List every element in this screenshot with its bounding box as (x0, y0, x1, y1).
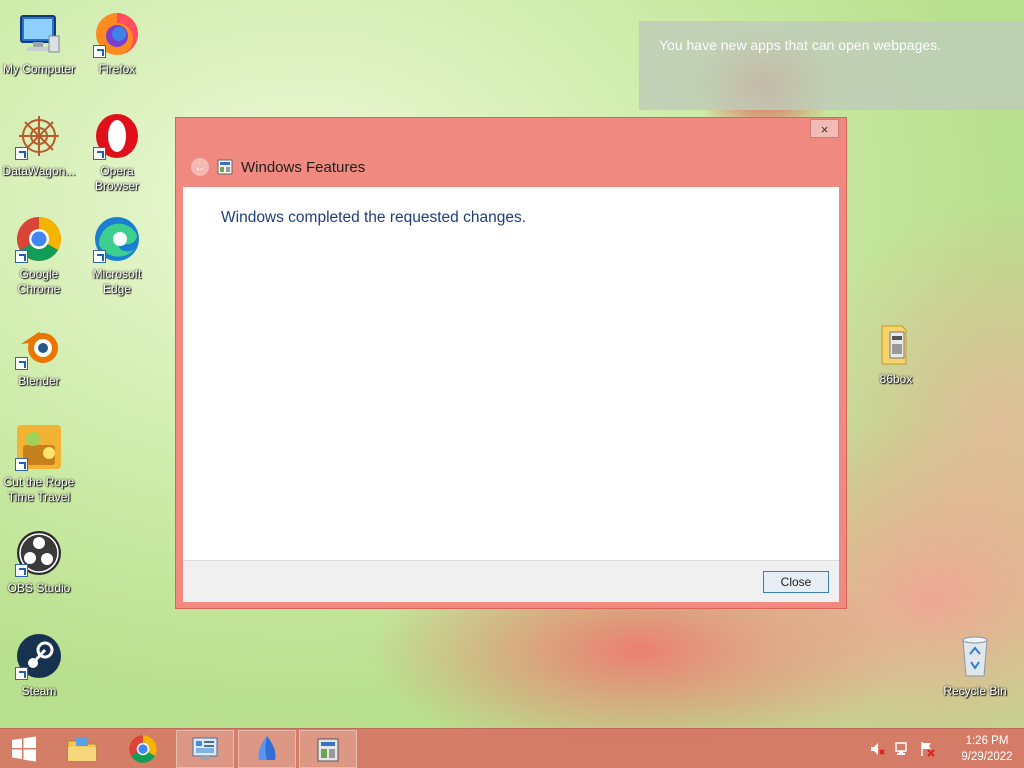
back-arrow-icon[interactable]: ← (191, 158, 209, 176)
taskbar-app[interactable] (238, 730, 296, 768)
network-icon[interactable] (894, 741, 910, 757)
taskbar-control-panel[interactable] (176, 730, 234, 768)
dialog-title: Windows Features (241, 158, 366, 176)
notification-text: You have new apps that can open webpages… (659, 37, 942, 53)
taskbar-file-explorer[interactable] (53, 730, 111, 768)
desktop-icon-opera[interactable]: Opera Browser (78, 112, 156, 194)
file-explorer-icon (67, 738, 97, 762)
desktop-icon-microsoft-edge[interactable]: Microsoft Edge (78, 215, 156, 297)
titlebar-close-button[interactable]: × (810, 119, 839, 138)
dialog-footer: Close (183, 560, 839, 602)
windows-features-icon (217, 159, 233, 175)
start-button[interactable] (0, 730, 48, 768)
shortcut-arrow-icon (15, 250, 28, 263)
desktop-icon-label: 86box (879, 372, 913, 386)
desktop-icon-label: Steam (21, 684, 57, 698)
shortcut-arrow-icon (93, 250, 106, 263)
app-icon (258, 736, 276, 760)
clock-date: 9/29/2022 (961, 751, 1013, 763)
shortcut-arrow-icon (15, 458, 28, 471)
shortcut-arrow-icon (15, 357, 28, 370)
desktop: My Computer DataWagon... Google Chrome B… (0, 0, 1024, 768)
notification-toast[interactable]: You have new apps that can open webpages… (639, 21, 1024, 110)
folder-icon (872, 320, 920, 368)
desktop-icon-google-chrome[interactable]: Google Chrome (0, 215, 78, 297)
desktop-icon-cut-the-rope[interactable]: Cut the Rope Time Travel (0, 423, 78, 505)
desktop-icon-label: OBS Studio (7, 581, 71, 595)
desktop-icon-label: DataWagon... (2, 164, 76, 178)
desktop-icon-label: Microsoft Edge (92, 267, 142, 296)
shortcut-arrow-icon (93, 45, 106, 58)
taskbar-windows-features[interactable] (299, 730, 357, 768)
obs-icon (15, 529, 63, 577)
action-center-flag-icon[interactable] (919, 741, 935, 757)
desktop-icon-label: Cut the Rope Time Travel (3, 475, 75, 504)
blender-icon (15, 322, 63, 370)
edge-icon (93, 215, 141, 263)
close-button[interactable]: Close (763, 571, 829, 593)
chrome-icon (15, 215, 63, 263)
desktop-icon-label: My Computer (2, 62, 76, 76)
datawagon-icon (15, 112, 63, 160)
desktop-icon-label: Blender (18, 374, 60, 388)
desktop-icon-label: Google Chrome (17, 267, 61, 296)
desktop-icon-recycle-bin[interactable]: Recycle Bin (936, 632, 1014, 699)
shortcut-arrow-icon (15, 147, 28, 160)
shortcut-arrow-icon (93, 147, 106, 160)
volume-muted-icon[interactable] (869, 741, 885, 757)
shortcut-arrow-icon (15, 564, 28, 577)
cut-the-rope-icon (15, 423, 63, 471)
control-panel-icon (192, 737, 218, 760)
taskbar-chrome[interactable] (114, 730, 172, 768)
desktop-icon-label: Firefox (98, 62, 136, 76)
clock-time: 1:26 PM (965, 735, 1009, 747)
desktop-icon-my-computer[interactable]: My Computer (0, 10, 78, 77)
clock[interactable]: 1:26 PM 9/29/2022 (950, 733, 1024, 765)
firefox-icon (93, 10, 141, 58)
desktop-icon-label: Opera Browser (94, 164, 139, 193)
recycle-bin-icon (951, 632, 999, 680)
desktop-icon-steam[interactable]: Steam (0, 632, 78, 699)
steam-icon (15, 632, 63, 680)
desktop-icon-datawagon[interactable]: DataWagon... (0, 112, 78, 179)
taskbar: 1:26 PM 9/29/2022 (0, 728, 1024, 768)
completion-message: Windows completed the requested changes. (221, 209, 527, 226)
windows-start-icon (12, 736, 36, 762)
windows-features-icon (317, 738, 339, 762)
system-tray: 1:26 PM 9/29/2022 (869, 729, 1024, 768)
desktop-icon-label: Recycle Bin (943, 684, 1007, 698)
windows-features-dialog: × ← Windows Features Windows completed t… (175, 117, 847, 609)
dialog-header: ← Windows Features (183, 148, 839, 186)
dialog-body: Windows completed the requested changes. (183, 187, 839, 560)
chrome-icon (129, 735, 157, 763)
opera-icon (93, 112, 141, 160)
shortcut-arrow-icon (15, 667, 28, 680)
desktop-icon-firefox[interactable]: Firefox (78, 10, 156, 77)
computer-icon (15, 10, 63, 58)
desktop-icon-obs-studio[interactable]: OBS Studio (0, 529, 78, 596)
desktop-icon-86box[interactable]: 86box (857, 320, 935, 387)
desktop-icon-blender[interactable]: Blender (0, 322, 78, 389)
